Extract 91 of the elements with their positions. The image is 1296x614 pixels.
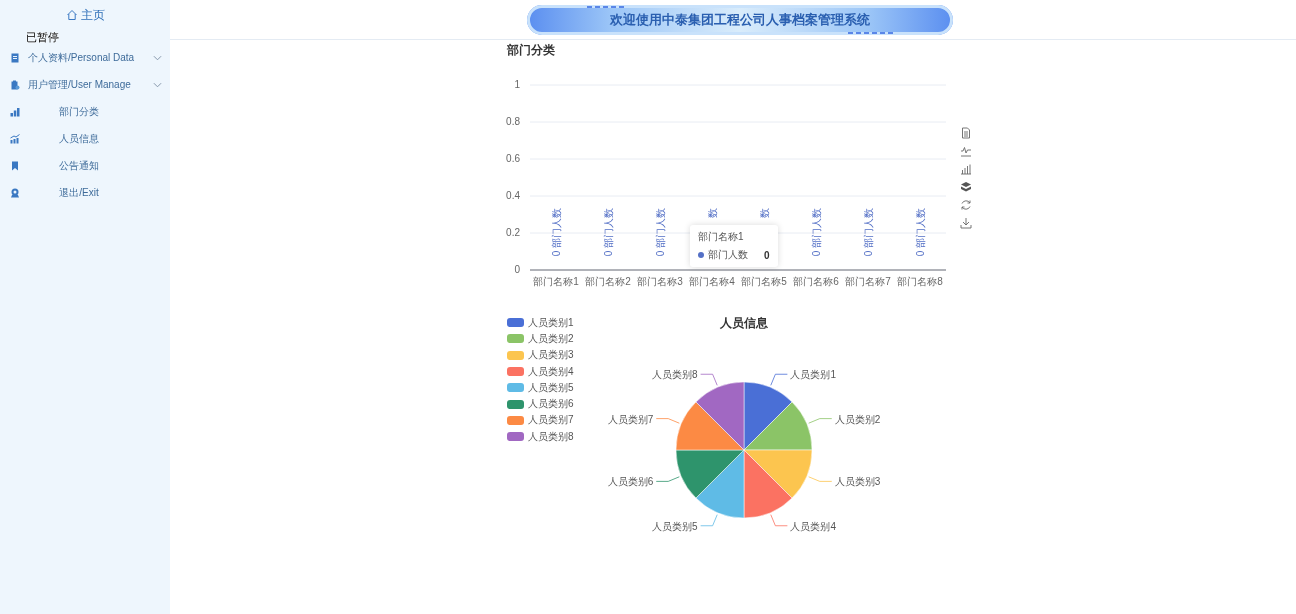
refresh-icon[interactable] (960, 199, 972, 211)
pie-slice (695, 449, 744, 519)
x-tick-label: 部门名称2 (585, 276, 631, 287)
y-tick-label: 0.6 (506, 153, 520, 164)
pie-slice (675, 401, 744, 451)
legend-label[interactable]: 人员类别7 (528, 413, 574, 428)
y-tick-label: 0 (514, 264, 520, 275)
leader-line (699, 514, 718, 527)
x-tick-label: 部门名称3 (637, 276, 683, 287)
slice-label: 人员类别3 (834, 476, 880, 488)
menu-item[interactable]: 公告通知 (0, 152, 170, 179)
leader-line (807, 476, 832, 482)
x-tick-label: 部门名称8 (897, 276, 943, 287)
bar-value-label: 0 部门人数 (655, 208, 666, 257)
stack-icon[interactable] (960, 181, 972, 193)
y-tick-label: 0.4 (506, 190, 520, 201)
x-tick-label: 部门名称5 (741, 276, 787, 287)
y-tick-label: 0.8 (506, 116, 520, 127)
legend-swatch[interactable] (507, 334, 524, 344)
slice-label: 人员类别7 (607, 413, 653, 425)
bar-value-label: 0 部门人数 (915, 208, 926, 257)
slice-label: 人员类别1 (789, 369, 836, 381)
menu-item[interactable]: 退出/Exit (0, 179, 170, 206)
pie-slice (743, 401, 812, 451)
menu-item[interactable]: 部门分类 (0, 98, 170, 125)
legend-label[interactable]: 人员类别6 (528, 397, 574, 412)
x-tick-label: 部门名称6 (793, 276, 839, 287)
legend-label[interactable]: 人员类别5 (528, 380, 574, 395)
x-tick-label: 部门名称7 (845, 276, 891, 287)
slice-label: 人员类别2 (834, 413, 880, 425)
leader-line (655, 476, 680, 482)
bookmark-icon (10, 160, 20, 171)
chevron-icon (153, 81, 162, 88)
tooltip-title: 部门名称1 (698, 230, 745, 244)
slice-label: 人员类别5 (651, 520, 698, 532)
y-tick-label: 0.2 (506, 227, 520, 238)
chevron-icon (153, 54, 162, 61)
tooltip-series: 部门人数 (708, 248, 748, 262)
chart-title: 部门分类 (507, 42, 556, 59)
paused-label: 已暂停 (26, 29, 59, 45)
leader-line (769, 514, 788, 527)
system-title: 欢迎使用中泰集团工程公司人事档案管理系统 (610, 10, 870, 29)
legend-label[interactable]: 人员类别4 (528, 364, 574, 379)
bar-value-label: 数 (707, 208, 718, 218)
home-icon (65, 9, 78, 21)
badge-icon (10, 187, 20, 198)
legend-swatch[interactable] (507, 399, 524, 409)
leader-line (807, 418, 832, 424)
legend-label[interactable]: 人员类别2 (528, 331, 574, 346)
legend-swatch[interactable] (507, 432, 524, 442)
menu-item[interactable]: 用户管理/User Manage (0, 71, 170, 98)
legend-label[interactable]: 人员类别3 (528, 348, 574, 363)
download-icon[interactable] (960, 217, 972, 229)
data-view-icon[interactable] (960, 127, 972, 139)
tooltip-value: 0 (764, 249, 770, 261)
pie-slice (743, 449, 812, 499)
legend-label[interactable]: 人员类别8 (528, 429, 574, 444)
legend-swatch[interactable] (507, 415, 524, 425)
pie-slice (743, 449, 792, 519)
legend-label[interactable]: 人员类别1 (528, 315, 574, 330)
y-tick-label: 1 (514, 79, 520, 90)
clipboard-icon (10, 79, 20, 90)
bar-value-label: 0 部门人数 (603, 208, 614, 257)
x-tick-label: 部门名称1 (533, 276, 579, 287)
home-link[interactable]: 主页 (0, 0, 170, 30)
pie-slice (743, 381, 792, 451)
legend-swatch[interactable] (507, 350, 524, 360)
bar-value-label: 0 部门人数 (863, 208, 874, 257)
slice-label: 人员类别8 (651, 369, 698, 381)
legend-swatch[interactable] (507, 383, 524, 393)
bar-value-label: 0 部门人数 (551, 208, 562, 257)
legend-swatch[interactable] (507, 367, 524, 377)
bar-value-label: 数 (759, 208, 770, 218)
slice-label: 人员类别6 (607, 476, 653, 488)
pie-slice (695, 381, 744, 451)
leader-line (699, 373, 718, 386)
chart-icon (10, 133, 20, 144)
menu-item[interactable]: 个人资料/Personal Data (0, 44, 170, 71)
bar-value-label: 0 部门人数 (811, 208, 822, 257)
x-tick-label: 部门名称4 (689, 276, 735, 287)
leader-line (655, 418, 680, 424)
leader-line (769, 373, 788, 386)
menu-item[interactable]: 人员信息 (0, 125, 170, 152)
bar-chart-icon[interactable] (960, 163, 972, 175)
line-chart-icon[interactable] (960, 145, 972, 157)
pie-slice (675, 449, 744, 499)
slice-label: 人员类别4 (789, 520, 836, 532)
bar-chart-icon (10, 106, 20, 117)
legend-swatch[interactable] (507, 318, 524, 328)
chart-title: 人员信息 (719, 316, 768, 330)
document-icon (10, 52, 20, 63)
